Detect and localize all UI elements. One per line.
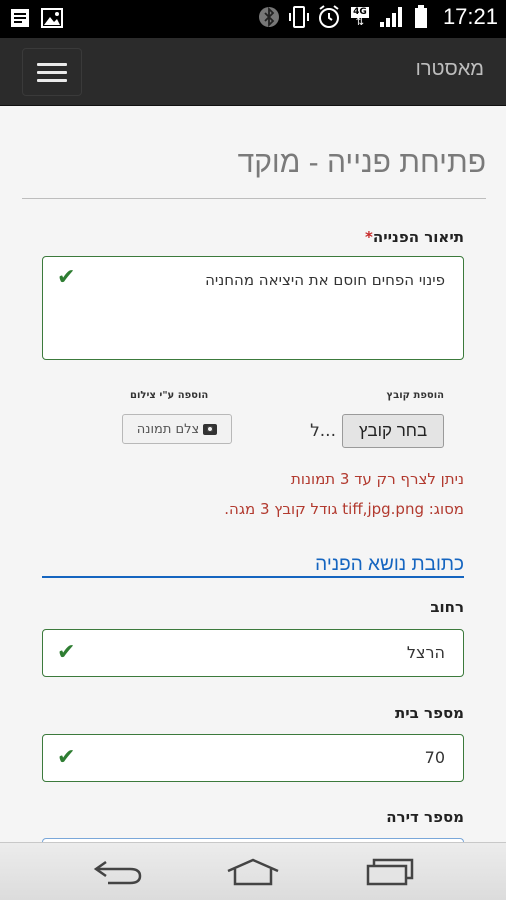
description-value: פינוי הפחים חוסם את היציאה מהחניה [205, 271, 445, 289]
back-icon [93, 860, 142, 885]
system-navigation-bar [0, 842, 506, 900]
alarm-icon [317, 5, 341, 29]
app-bar: מאסטרו [0, 38, 506, 106]
signal-icon [379, 5, 403, 29]
description-textarea[interactable]: פינוי הפחים חוסם את היציאה מהחניה ✔ [42, 256, 464, 360]
street-value: הרצל [406, 643, 445, 662]
house-number-value: 70 [424, 748, 445, 767]
clock: 17:21 [442, 4, 498, 29]
house-number-label: מספר בית [395, 704, 464, 722]
valid-check-icon: ✔ [57, 745, 76, 770]
bluetooth-icon [257, 5, 281, 29]
battery-icon [409, 5, 433, 29]
street-input[interactable]: הרצל ✔ [42, 629, 464, 677]
selected-file-text: ל... [310, 421, 336, 441]
network-4g-icon: 4G ⇅ [351, 6, 369, 28]
description-label: תיאור הפנייה* [365, 228, 464, 246]
status-bar: 4G ⇅ 17:21 [0, 0, 506, 38]
street-label: רחוב [430, 598, 464, 616]
title-divider [22, 198, 486, 199]
required-mark: * [365, 228, 373, 246]
home-button[interactable] [223, 855, 283, 889]
valid-check-icon: ✔ [57, 640, 76, 665]
recent-apps-icon [366, 858, 414, 886]
valid-check-icon: ✔ [57, 265, 76, 290]
back-button[interactable] [88, 855, 148, 889]
add-file-label: הוספת קובץ [386, 390, 445, 401]
app-title: מאסטרו [415, 58, 484, 80]
upload-limit-note: ניתן לצרף רק עד 3 תמונות [291, 470, 464, 488]
home-icon [227, 858, 279, 886]
image-icon [40, 6, 64, 30]
add-photo-label: הוספה ע"י צילום [130, 390, 209, 401]
recent-apps-button[interactable] [360, 855, 420, 889]
vibrate-icon [287, 5, 311, 29]
file-type-note: מסוג: tiff,jpg.png גודל קובץ 3 מגה. [224, 500, 464, 518]
address-section-title: כתובת נושא הפניה [315, 554, 464, 575]
notes-icon [8, 6, 32, 30]
camera-icon [203, 423, 218, 435]
choose-file-button[interactable]: בחר קובץ [342, 414, 444, 448]
form-content[interactable]: פתיחת פנייה - מוקד תיאור הפנייה* פינוי ה… [0, 106, 506, 842]
house-number-input[interactable]: 70 ✔ [42, 734, 464, 782]
address-section-divider [42, 576, 464, 578]
apartment-number-label: מספר דירה [386, 808, 464, 826]
hamburger-menu-button[interactable] [22, 48, 82, 96]
page-title: פתיחת פנייה - מוקד [237, 146, 486, 179]
take-photo-button[interactable]: צלם תמונה [122, 414, 232, 444]
hamburger-menu-icon [37, 62, 67, 66]
